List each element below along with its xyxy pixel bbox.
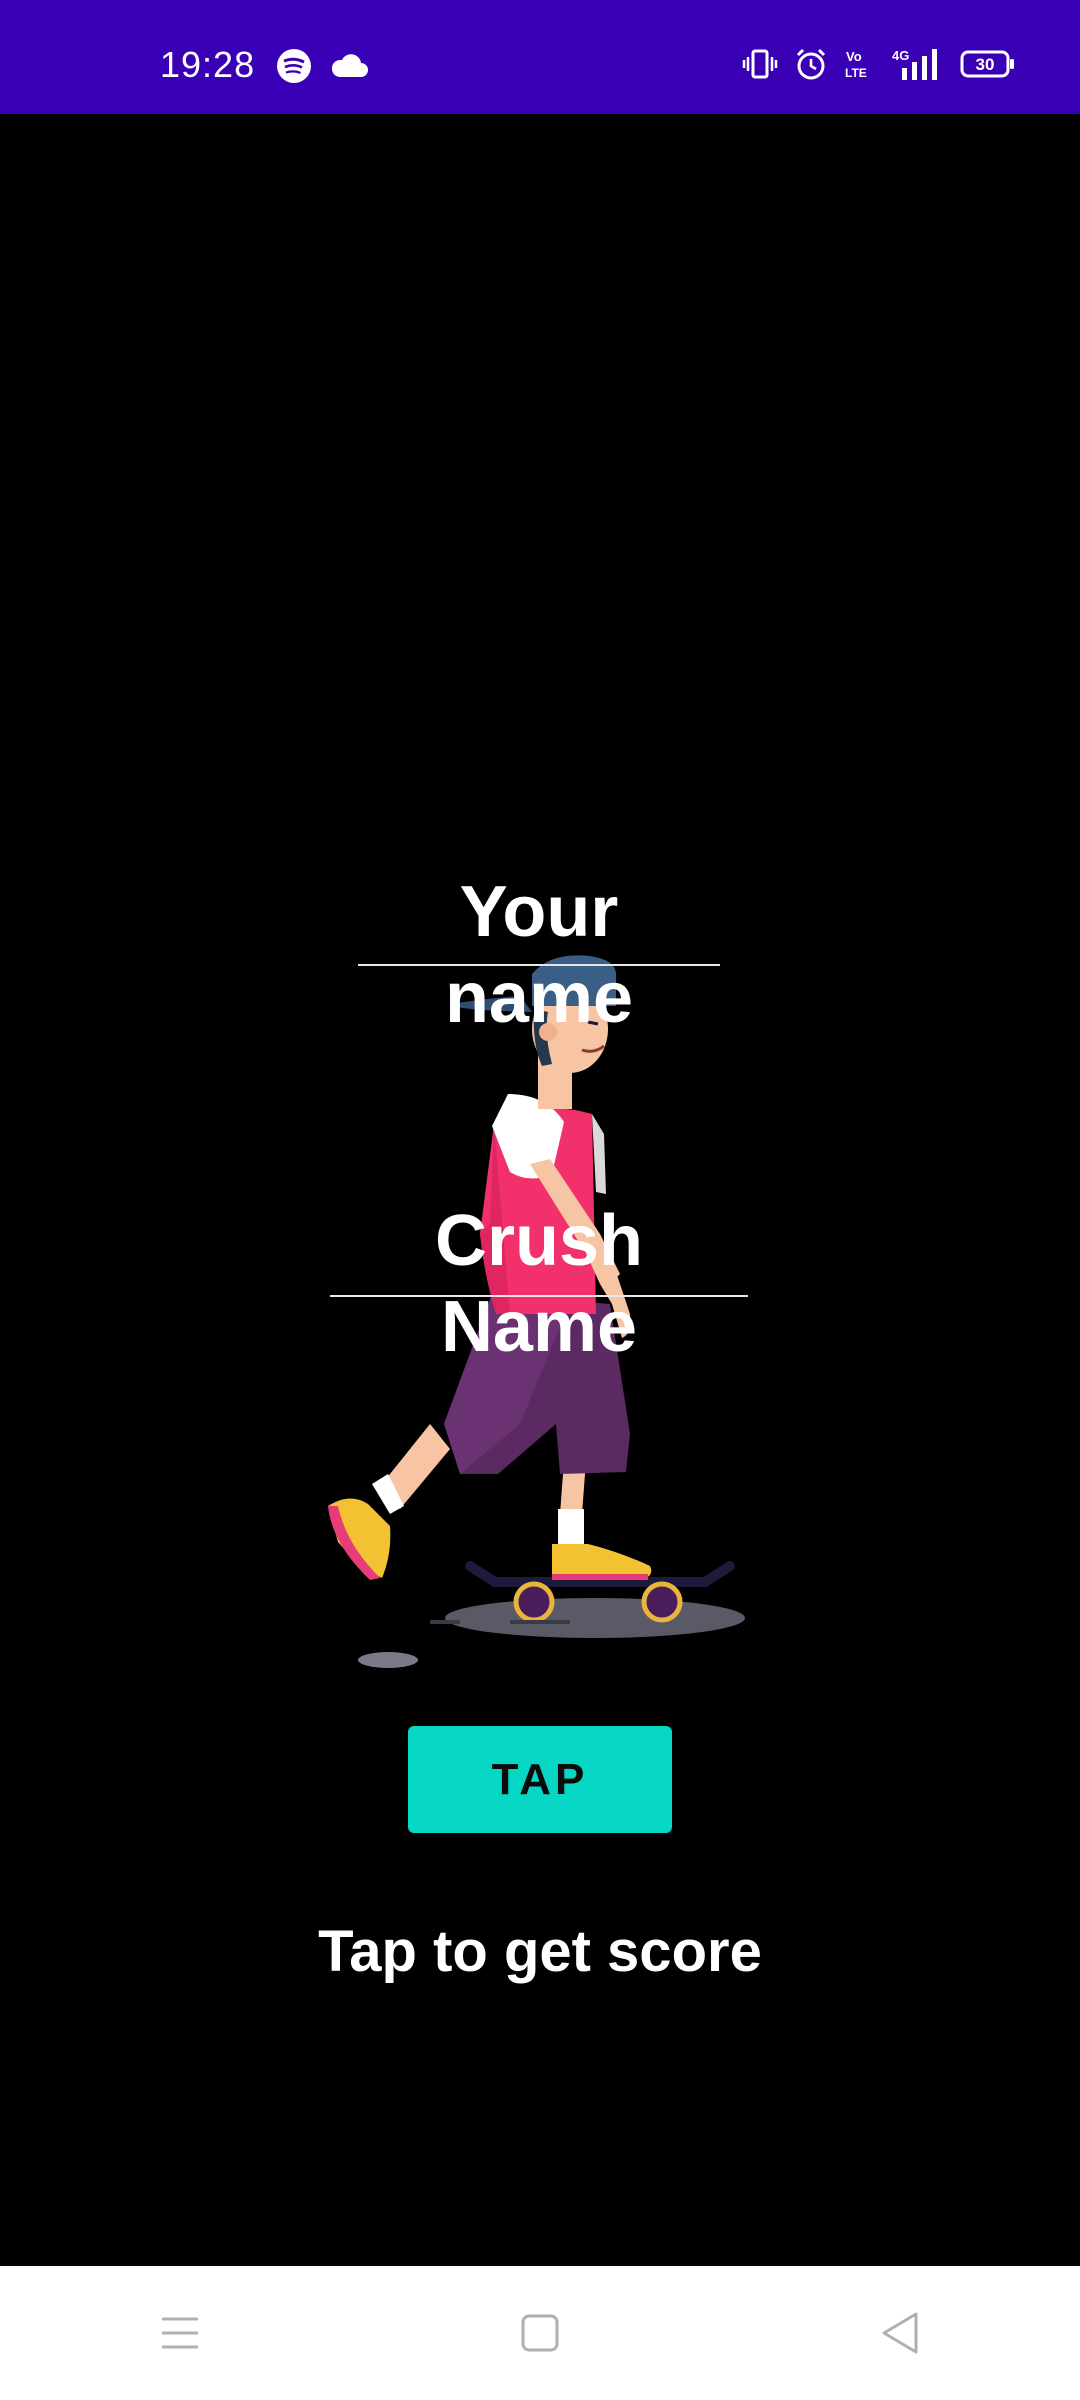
status-bar: 19:28 Vo LTE 4G 30 bbox=[0, 0, 1080, 114]
svg-text:LTE: LTE bbox=[845, 66, 867, 80]
home-icon bbox=[520, 2313, 560, 2353]
spotify-icon bbox=[276, 48, 312, 84]
alarm-icon bbox=[794, 47, 828, 81]
tap-button-label: TAP bbox=[491, 1754, 589, 1804]
svg-text:Vo: Vo bbox=[846, 49, 862, 64]
score-text: Tap to get score bbox=[318, 1919, 762, 1984]
board-shadow bbox=[445, 1598, 745, 1638]
back-icon bbox=[880, 2311, 920, 2355]
tap-button[interactable]: TAP bbox=[408, 1726, 672, 1833]
cloud-icon bbox=[330, 53, 368, 79]
status-right-icons: Vo LTE 4G 30 bbox=[742, 46, 1016, 82]
volte-icon: Vo LTE bbox=[844, 47, 870, 81]
back-button[interactable] bbox=[840, 2273, 960, 2393]
foot-shadow bbox=[358, 1652, 418, 1668]
status-time: 19:28 bbox=[160, 44, 256, 85]
vibrate-icon bbox=[742, 48, 778, 80]
menu-icon bbox=[160, 2315, 200, 2351]
battery-icon: 30 bbox=[960, 48, 1016, 80]
your-name-input[interactable]: Your name bbox=[358, 869, 720, 1038]
status-left-icons bbox=[276, 48, 368, 84]
home-button[interactable] bbox=[480, 2273, 600, 2393]
main-content: Your name Crush Name TAP Tap to get scor… bbox=[0, 114, 1080, 2266]
battery-level: 30 bbox=[976, 55, 995, 74]
svg-text:4G: 4G bbox=[892, 48, 909, 63]
signal-4g-icon: 4G bbox=[886, 46, 944, 82]
crush-name-input[interactable]: Crush Name bbox=[330, 1198, 748, 1367]
navigation-bar bbox=[0, 2266, 1080, 2400]
menu-button[interactable] bbox=[120, 2273, 240, 2393]
